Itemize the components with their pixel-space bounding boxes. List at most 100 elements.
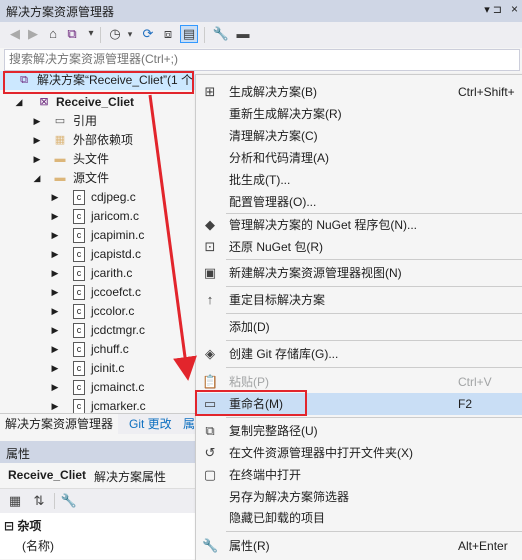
sync-icon[interactable]: ⟳ (139, 25, 157, 43)
menu-item-label: 在终端中打开 (229, 468, 302, 482)
menu-item[interactable]: ◆ 管理解决方案的 NuGet 程序包(N)... (196, 214, 522, 236)
file-label: jcmainct.c (91, 380, 145, 394)
history-dropdown-icon[interactable]: ▾ (121, 25, 139, 43)
annotation-box-rename (195, 390, 307, 416)
categorized-icon[interactable]: ▦ (6, 492, 24, 510)
tab-git-changes[interactable]: Git 更改 (124, 414, 177, 434)
c-file-icon: c (73, 361, 85, 376)
menu-separator (226, 313, 522, 314)
c-file-icon: c (73, 247, 85, 262)
menu-item-label: 批生成(T)... (229, 173, 291, 187)
collapsed-arrow-icon[interactable]: ▶ (32, 112, 42, 131)
menu-item[interactable]: ↺ 在文件资源管理器中打开文件夹(X) (196, 442, 522, 464)
menu-separator (226, 259, 522, 260)
tree-item-file[interactable]: ▶ c jcdctmgr.c (0, 321, 195, 340)
pin-icon[interactable]: ▾ ⊐ (484, 3, 502, 16)
collapsed-arrow-icon[interactable]: ▶ (50, 264, 60, 283)
search-box[interactable] (4, 49, 520, 71)
property-name[interactable]: (名称) (22, 537, 54, 554)
vs-icon[interactable]: ⧉ (63, 25, 81, 43)
collapsed-arrow-icon[interactable]: ▶ (50, 340, 60, 359)
preview-icon[interactable]: ▬ (234, 25, 252, 43)
solution-explorer-toolbar: ◀ ▶ ⌂ ⧉ ▾ ◷ ▾ ⟳ ⧈ ▤ 🔧 ▬ (0, 22, 522, 48)
properties-object-selector[interactable]: Receive_Cliet 解决方案属性 (0, 463, 195, 489)
collapsed-arrow-icon[interactable]: ▶ (50, 245, 60, 264)
collapsed-arrow-icon[interactable]: ▶ (32, 131, 42, 150)
tree-item-file[interactable]: ▶ c jccolor.c (0, 302, 195, 321)
collapsed-arrow-icon[interactable]: ▶ (50, 378, 60, 397)
home-icon[interactable]: ⌂ (44, 25, 62, 43)
menu-item[interactable]: ⊡ 还原 NuGet 包(R) (196, 236, 522, 258)
tree-item-file[interactable]: ▶ c cdjpeg.c (0, 188, 195, 207)
tab-solution-explorer[interactable]: 解决方案资源管理器 (0, 414, 119, 434)
tree-item-file[interactable]: ▶ c jcapimin.c (0, 226, 195, 245)
tree-item-source-files[interactable]: ◢ ▬ 源文件 (0, 169, 195, 188)
menu-item[interactable]: ◈ 创建 Git 存储库(G)... (196, 343, 522, 365)
tree-item-file[interactable]: ▶ c jchuff.c (0, 340, 195, 359)
tree-item-file[interactable]: ▶ c jcinit.c (0, 359, 195, 378)
menu-item-label: 还原 NuGet 包(R) (229, 240, 324, 254)
solution-explorer-title-bar: 解决方案资源管理器 ▾ ⊐ × (0, 0, 522, 22)
nuget-icon: ◆ (205, 217, 215, 232)
menu-item[interactable]: 清理解决方案(C) (196, 125, 522, 147)
menu-item[interactable]: ▢ 在终端中打开 (196, 464, 522, 486)
file-label: jaricom.c (91, 209, 140, 223)
menu-item-label: 属性(R) (229, 539, 270, 553)
close-icon[interactable]: × (511, 2, 518, 16)
menu-item[interactable]: 重新生成解决方案(R) (196, 103, 522, 125)
tree-item-references[interactable]: ▶ ▭ 引用 (0, 112, 195, 131)
menu-item[interactable]: ↑ 重定目标解决方案 (196, 289, 522, 311)
back-icon[interactable]: ◀ (6, 25, 24, 43)
collapsed-arrow-icon[interactable]: ▶ (50, 226, 60, 245)
menu-separator (226, 531, 522, 532)
properties-toolbar: ▦ ⇅ 🔧 (0, 489, 195, 513)
menu-item[interactable]: ⊞ 生成解决方案(B) Ctrl+Shift+ (196, 81, 522, 103)
tree-item-file[interactable]: ▶ c jcmarker.c (0, 397, 195, 413)
tree-item-project[interactable]: ◢ ⊠ Receive_Cliet (0, 93, 195, 112)
menu-item-shortcut: Ctrl+V (458, 375, 492, 389)
collapsed-arrow-icon[interactable]: ▶ (50, 188, 60, 207)
tree-item-file[interactable]: ▶ c jcarith.c (0, 264, 195, 283)
properties-icon[interactable]: 🔧 (212, 25, 230, 43)
forward-icon[interactable]: ▶ (24, 25, 42, 43)
property-pages-icon[interactable]: 🔧 (60, 492, 78, 510)
project-label: Receive_Cliet (56, 95, 135, 109)
category-misc[interactable]: ⊟ 杂项 (4, 517, 41, 534)
menu-item[interactable]: ⧉ 复制完整路径(U) (196, 420, 522, 442)
collapsed-arrow-icon[interactable]: ▶ (50, 302, 60, 321)
show-all-files-icon[interactable]: ▤ (180, 25, 198, 43)
menu-item[interactable]: 配置管理器(O)... (196, 191, 522, 213)
collapse-all-icon[interactable]: ⧈ (159, 25, 177, 43)
collapsed-arrow-icon[interactable]: ▶ (50, 283, 60, 302)
collapsed-arrow-icon[interactable]: ▶ (32, 150, 42, 169)
menu-item[interactable]: 隐藏已卸载的项目 (196, 507, 522, 529)
menu-item-label: 复制完整路径(U) (229, 424, 318, 438)
external-deps-icon: ▦ (54, 134, 66, 146)
menu-item-label: 隐藏已卸载的项目 (229, 511, 326, 525)
references-label: 引用 (73, 114, 98, 128)
collapsed-arrow-icon[interactable]: ▶ (50, 207, 60, 226)
tree-item-header-files[interactable]: ▶ ▬ 头文件 (0, 150, 195, 169)
tree-item-file[interactable]: ▶ c jcapistd.c (0, 245, 195, 264)
file-label: jccolor.c (91, 304, 135, 318)
tree-item-external-deps[interactable]: ▶ ▦ 外部依赖项 (0, 131, 195, 150)
collapsed-arrow-icon[interactable]: ▶ (50, 397, 60, 413)
menu-item[interactable]: 另存为解决方案筛选器 (196, 486, 522, 508)
menu-item[interactable]: 🔧 属性(R) Alt+Enter (196, 535, 522, 557)
collapsed-arrow-icon[interactable]: ▶ (50, 321, 60, 340)
switch-views-icon[interactable]: ▾ (82, 25, 100, 43)
collapse-category-icon[interactable]: ⊟ (4, 519, 14, 533)
tree-item-file[interactable]: ▶ c jccoefct.c (0, 283, 195, 302)
collapsed-arrow-icon[interactable]: ▶ (50, 359, 60, 378)
references-icon: ▭ (54, 115, 66, 127)
menu-item[interactable]: ▣ 新建解决方案资源管理器视图(N) (196, 262, 522, 284)
menu-item[interactable]: 分析和代码清理(A) (196, 147, 522, 169)
tree-item-file[interactable]: ▶ c jcmainct.c (0, 378, 195, 397)
search-input[interactable] (5, 50, 513, 68)
tree-item-file[interactable]: ▶ c jaricom.c (0, 207, 195, 226)
alphabetical-icon[interactable]: ⇅ (30, 492, 48, 510)
menu-item[interactable]: 添加(D) (196, 316, 522, 338)
expanded-arrow-icon[interactable]: ◢ (32, 169, 42, 188)
expanded-arrow-icon[interactable]: ◢ (14, 93, 24, 112)
menu-item[interactable]: 批生成(T)... (196, 169, 522, 191)
